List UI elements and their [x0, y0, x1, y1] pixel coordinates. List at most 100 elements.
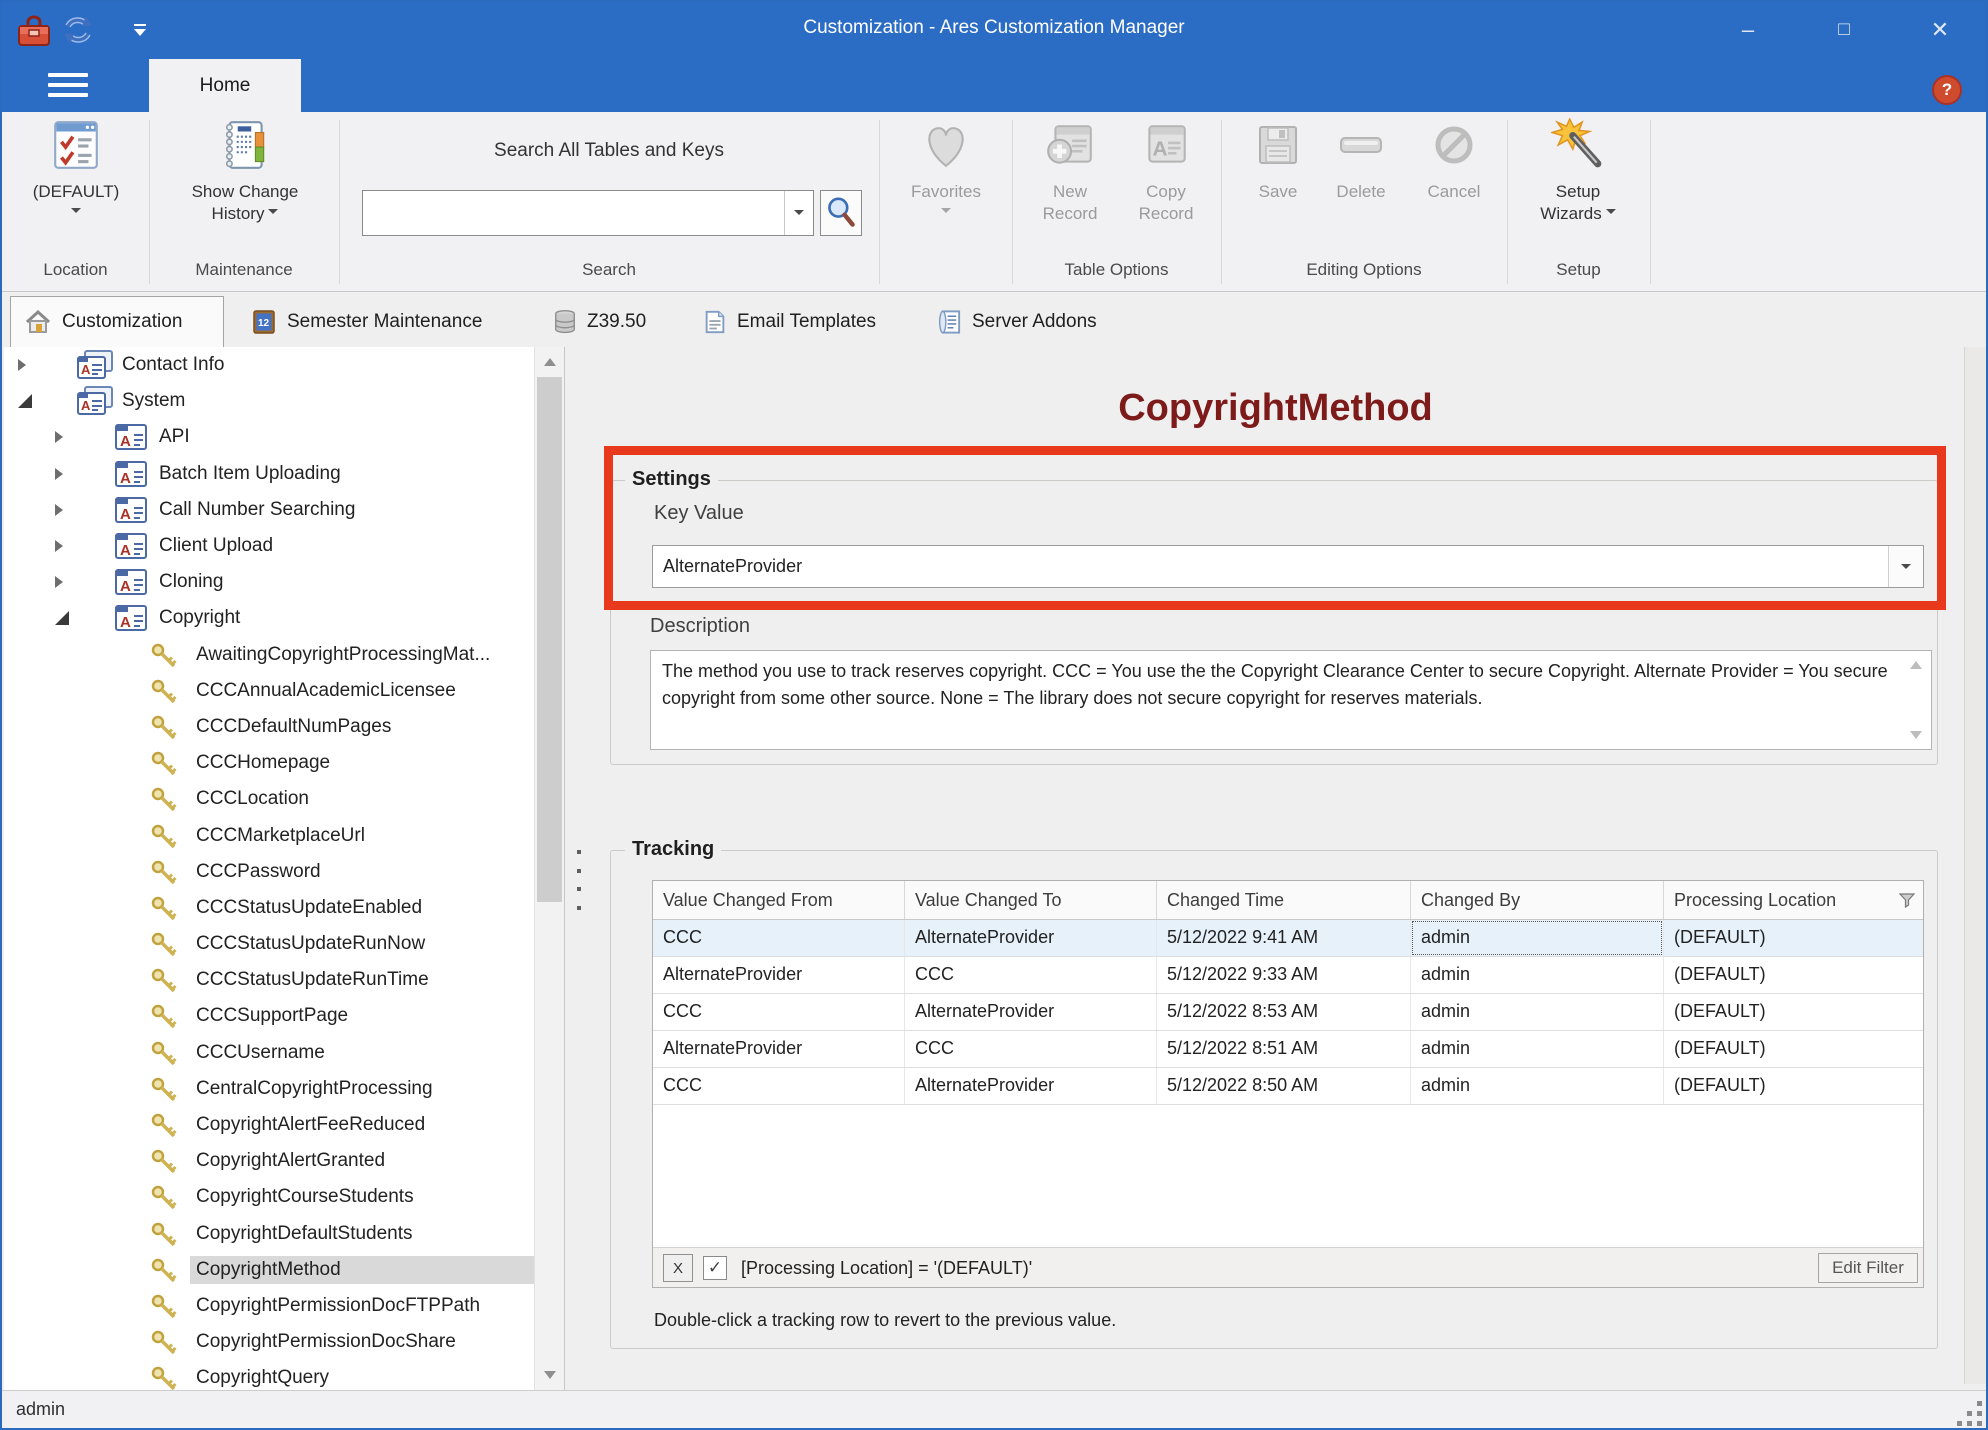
tree: A Contact Info A System A API A — [4, 347, 534, 1390]
scroll-down-icon[interactable] — [535, 1362, 564, 1390]
expanded-arrow-icon[interactable] — [18, 394, 32, 408]
tree-item[interactable]: CCCUsername — [4, 1035, 534, 1071]
tree-item[interactable]: CCCLocation — [4, 781, 534, 817]
table-row[interactable]: CCCAlternateProvider5/12/2022 9:41 AMadm… — [653, 920, 1923, 957]
tree-item[interactable]: A Batch Item Uploading — [4, 456, 534, 492]
tab-semester-maintenance[interactable]: 12 Semester Maintenance — [238, 296, 528, 347]
collapsed-arrow-icon[interactable] — [55, 431, 69, 443]
maximize-button[interactable]: □ — [1820, 12, 1868, 48]
table-cell: 5/12/2022 9:33 AM — [1157, 957, 1411, 993]
tree-item-label: CopyrightAlertFeeReduced — [190, 1111, 534, 1139]
filter-icon[interactable] — [1899, 892, 1915, 908]
expanded-arrow-icon[interactable] — [55, 611, 69, 625]
show-change-history-button[interactable]: Show Change History — [160, 118, 330, 225]
tree-item[interactable]: CCCMarketplaceUrl — [4, 817, 534, 853]
table-row[interactable]: AlternateProviderCCC5/12/2022 9:33 AMadm… — [653, 957, 1923, 994]
tree-item[interactable]: CopyrightCourseStudents — [4, 1179, 534, 1215]
tree-item[interactable]: CopyrightAlertGranted — [4, 1143, 534, 1179]
tree-item[interactable]: CopyrightAlertFeeReduced — [4, 1107, 534, 1143]
tree-scrollbar-thumb[interactable] — [537, 377, 562, 902]
setup-wizards-button[interactable]: Setup Wizards — [1516, 118, 1640, 225]
main-scrollbar[interactable] — [1964, 347, 1988, 1384]
tree-item[interactable]: A Contact Info — [4, 347, 534, 383]
tree-item[interactable]: CCCSupportPage — [4, 998, 534, 1034]
column-header[interactable]: Processing Location — [1664, 881, 1923, 919]
tab-server-addons[interactable]: Server Addons — [924, 296, 1118, 347]
tree-item[interactable]: CCCHomepage — [4, 745, 534, 781]
tree-item[interactable]: A System — [4, 383, 534, 419]
tree-item[interactable]: CCCAnnualAcademicLicensee — [4, 673, 534, 709]
column-header[interactable]: Changed By — [1411, 881, 1664, 919]
scroll-down-icon[interactable] — [1907, 731, 1925, 741]
collapsed-arrow-icon[interactable] — [55, 504, 69, 516]
tree-item-label: Client Upload — [153, 532, 534, 560]
filter-enabled-checkbox[interactable]: ✓ — [703, 1256, 727, 1280]
tree-item[interactable]: AwaitingCopyrightProcessingMat... — [4, 637, 534, 673]
table-cell: 5/12/2022 8:53 AM — [1157, 994, 1411, 1030]
column-header[interactable]: Value Changed To — [905, 881, 1157, 919]
description-textarea[interactable]: The method you use to track reserves cop… — [650, 650, 1932, 750]
favorites-button[interactable]: Favorites — [888, 118, 1004, 218]
key-icon — [150, 713, 190, 741]
tree-item[interactable]: A Copyright — [4, 600, 534, 636]
table-row[interactable]: CCCAlternateProvider5/12/2022 8:50 AMadm… — [653, 1068, 1923, 1105]
table-cell: 5/12/2022 9:41 AM — [1157, 920, 1411, 956]
tree-item[interactable]: A API — [4, 419, 534, 455]
menu-icon[interactable] — [48, 73, 88, 99]
tree-item[interactable]: CCCStatusUpdateRunTime — [4, 962, 534, 998]
tree-item[interactable]: A Client Upload — [4, 528, 534, 564]
tab-home[interactable]: Home — [149, 59, 301, 112]
delete-label: Delete — [1336, 181, 1385, 203]
minimize-button[interactable]: – — [1724, 12, 1772, 48]
tree-item[interactable]: CopyrightPermissionDocFTPPath — [4, 1288, 534, 1324]
collapsed-arrow-icon[interactable] — [55, 468, 69, 480]
tree-item[interactable]: CCCPassword — [4, 854, 534, 890]
table-cell: admin — [1411, 920, 1664, 956]
new-record-button[interactable]: New Record — [1024, 118, 1116, 225]
tree-item[interactable]: CCCStatusUpdateEnabled — [4, 890, 534, 926]
table-cell: CCC — [905, 1031, 1157, 1067]
tab-customization[interactable]: Customization — [10, 296, 224, 347]
table-row[interactable]: AlternateProviderCCC5/12/2022 8:51 AMadm… — [653, 1031, 1923, 1068]
cancel-button[interactable]: Cancel — [1410, 118, 1498, 203]
tree-scrollbar[interactable] — [534, 347, 564, 1390]
column-header[interactable]: Value Changed From — [653, 881, 905, 919]
column-header[interactable]: Changed Time — [1157, 881, 1411, 919]
tree-item-label: CopyrightCourseStudents — [190, 1183, 534, 1211]
tree-item[interactable]: CCCStatusUpdateRunNow — [4, 926, 534, 962]
search-input[interactable] — [362, 190, 814, 236]
delete-button[interactable]: Delete — [1320, 118, 1402, 203]
splitter-handle[interactable] — [573, 850, 585, 910]
tree-item[interactable]: CCCDefaultNumPages — [4, 709, 534, 745]
tracking-table: Value Changed From Value Changed To Chan… — [652, 880, 1924, 1288]
copy-record-button[interactable]: A Copy Record — [1120, 118, 1212, 225]
table-row[interactable]: CCCAlternateProvider5/12/2022 8:53 AMadm… — [653, 994, 1923, 1031]
remove-filter-button[interactable]: X — [663, 1254, 693, 1282]
collapsed-arrow-icon[interactable] — [55, 576, 69, 588]
tree-item[interactable]: CopyrightDefaultStudents — [4, 1216, 534, 1252]
tree-item[interactable]: CopyrightQuery — [4, 1360, 534, 1390]
close-button[interactable]: ✕ — [1914, 12, 1966, 48]
key-value-combobox[interactable]: AlternateProvider — [652, 545, 1924, 588]
tab-z3950[interactable]: Z39.50 — [540, 296, 668, 347]
tree-item[interactable]: CentralCopyrightProcessing — [4, 1071, 534, 1107]
tree-item[interactable]: A Cloning — [4, 564, 534, 600]
save-button[interactable]: Save — [1242, 118, 1314, 203]
help-button[interactable]: ? — [1932, 75, 1962, 105]
tree-item[interactable]: CopyrightMethod — [4, 1252, 534, 1288]
search-button[interactable] — [820, 190, 862, 236]
tree-item[interactable]: CopyrightPermissionDocShare — [4, 1324, 534, 1360]
search-dropdown-button[interactable] — [784, 191, 813, 235]
collapsed-arrow-icon[interactable] — [18, 359, 32, 371]
default-location-button[interactable]: (DEFAULT) — [8, 118, 144, 218]
edit-filter-button[interactable]: Edit Filter — [1818, 1253, 1918, 1283]
scroll-up-icon[interactable] — [535, 347, 564, 375]
tab-email-templates[interactable]: Email Templates — [690, 296, 892, 347]
collapsed-arrow-icon[interactable] — [55, 540, 69, 552]
key-value-dropdown-button[interactable] — [1888, 546, 1923, 587]
scroll-up-icon[interactable] — [1907, 659, 1925, 669]
table-cell: (DEFAULT) — [1664, 957, 1923, 993]
resize-grip-icon[interactable] — [1952, 1396, 1982, 1426]
tree-item-label: System — [116, 387, 534, 415]
tree-item[interactable]: A Call Number Searching — [4, 492, 534, 528]
